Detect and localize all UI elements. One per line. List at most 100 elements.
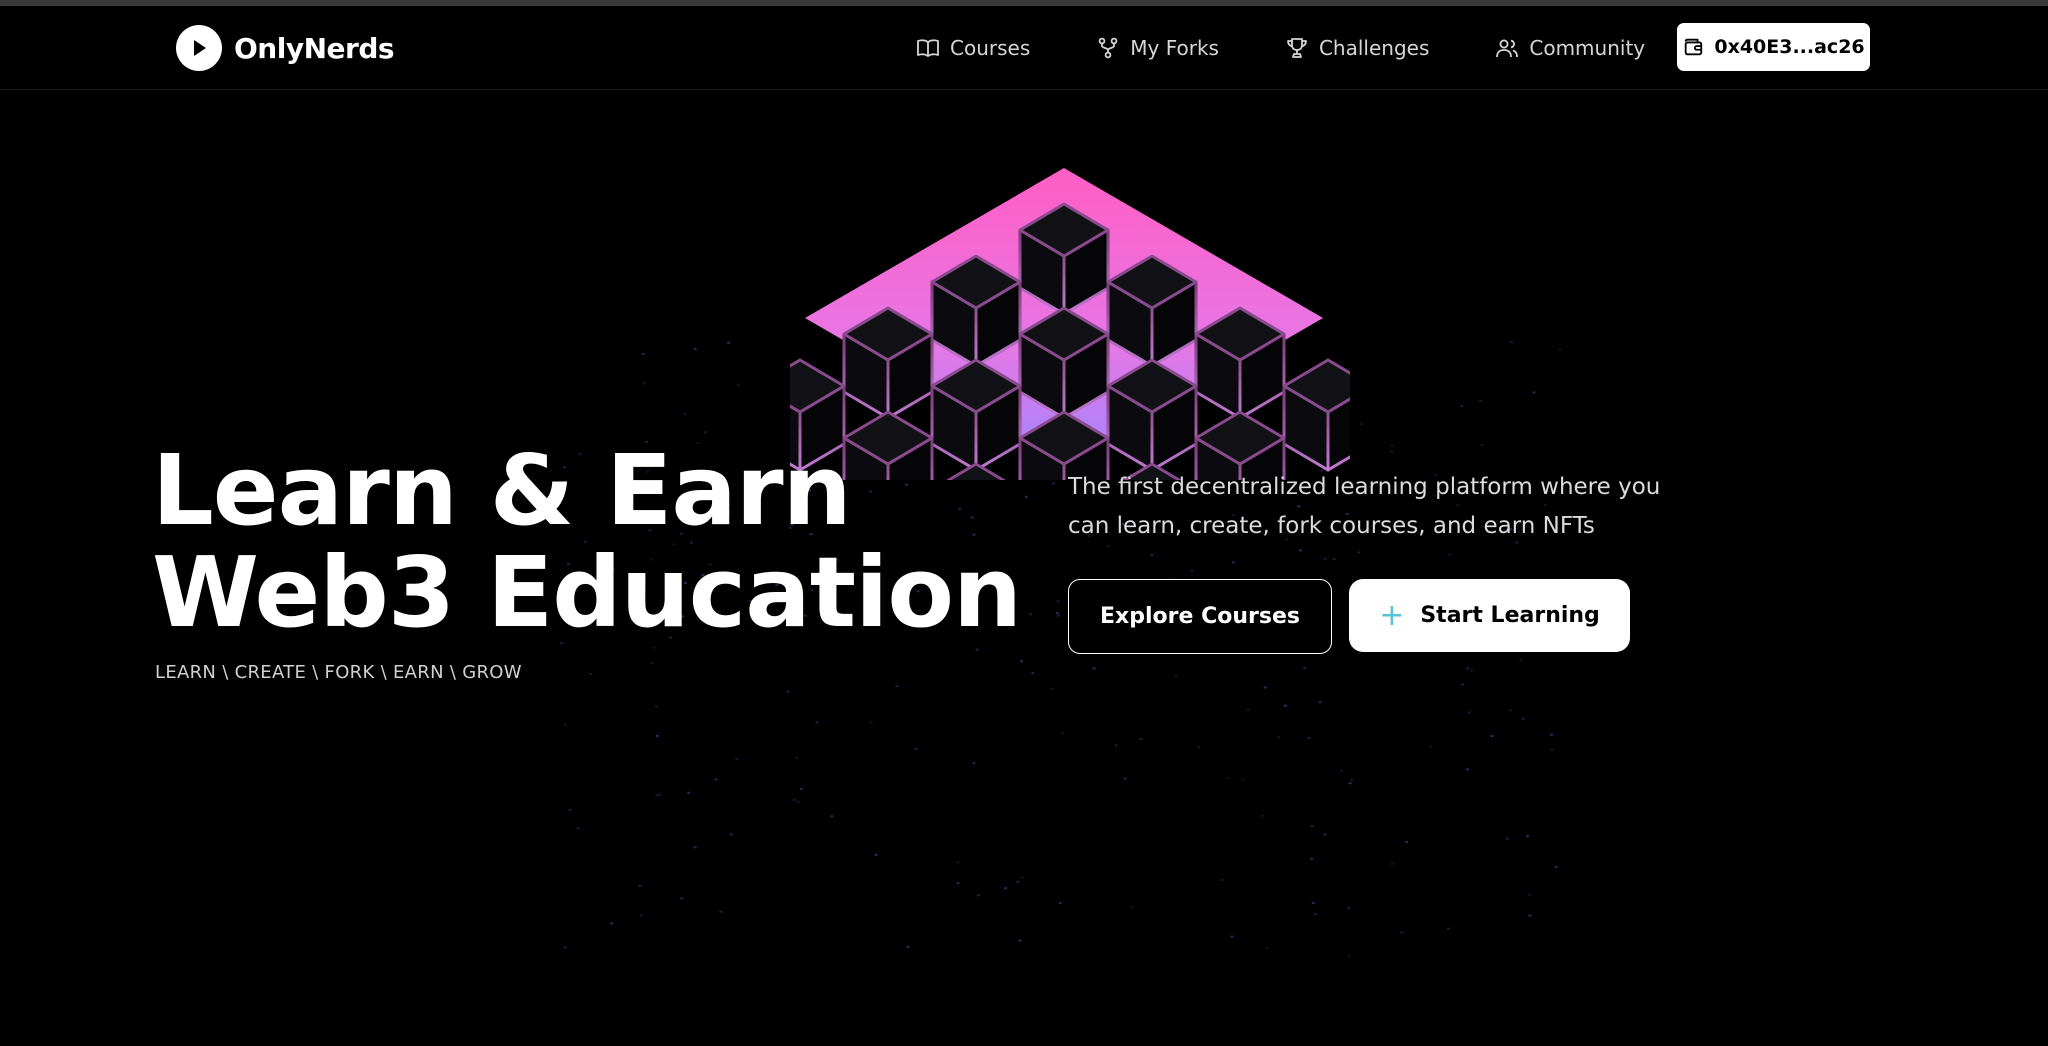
- nav-item-challenges[interactable]: Challenges: [1285, 36, 1429, 60]
- particle: [1400, 931, 1404, 934]
- start-learning-label: Start Learning: [1420, 603, 1600, 628]
- particle: [736, 383, 740, 386]
- explore-courses-button[interactable]: Explore Courses: [1068, 579, 1332, 654]
- particle: [1307, 737, 1311, 739]
- nav-item-community[interactable]: Community: [1495, 36, 1645, 60]
- particle: [914, 748, 918, 750]
- particle: [972, 762, 976, 765]
- particle: [1241, 778, 1245, 781]
- particle: [1318, 701, 1322, 704]
- particle: [1050, 687, 1054, 690]
- particle: [1055, 612, 1059, 615]
- particle: [1057, 614, 1060, 617]
- particle: [1004, 887, 1007, 890]
- fork-icon: [1098, 37, 1118, 59]
- particle: [1313, 913, 1317, 916]
- plus-icon: +: [1379, 597, 1405, 633]
- particle: [1554, 866, 1558, 868]
- particle: [642, 382, 646, 385]
- nav-label: Courses: [950, 36, 1031, 60]
- particle: [786, 690, 790, 693]
- particle: [655, 734, 659, 737]
- nav-label: Challenges: [1318, 36, 1430, 60]
- particle: [563, 946, 567, 949]
- particle: [1528, 914, 1532, 917]
- particle: [1490, 735, 1494, 738]
- nav-links: Courses My Forks Challenges Community: [916, 24, 1711, 72]
- particle: [1298, 549, 1302, 552]
- particle: [1390, 862, 1394, 865]
- nav-label: Community: [1529, 36, 1646, 60]
- particle: [1460, 405, 1464, 407]
- particle: [568, 808, 572, 811]
- particle: [1508, 709, 1512, 712]
- particle: [727, 341, 731, 344]
- particle: [956, 861, 960, 864]
- particle: [1056, 600, 1060, 602]
- particle: [1230, 935, 1234, 938]
- users-icon: [1496, 39, 1519, 58]
- particle: [1340, 769, 1344, 772]
- particle: [1052, 482, 1056, 485]
- particle: [1359, 423, 1363, 426]
- particle: [1123, 777, 1127, 780]
- hero-cube-grid-illustration: [790, 168, 1350, 480]
- brand-logo[interactable]: OnlyNerds: [176, 24, 395, 72]
- nav-label: My Forks: [1130, 36, 1219, 60]
- particle: [730, 833, 733, 836]
- particle: [1130, 906, 1134, 909]
- particle: [1528, 893, 1532, 896]
- wallet-button[interactable]: 0x40E3...ac26: [1677, 23, 1870, 71]
- particle: [1311, 901, 1315, 904]
- particle: [1350, 778, 1354, 781]
- start-learning-button[interactable]: + Start Learning: [1349, 579, 1630, 652]
- particle: [1519, 659, 1523, 661]
- particle: [1357, 551, 1360, 554]
- particle: [1558, 348, 1562, 351]
- particle: [1521, 717, 1525, 720]
- particle: [1549, 733, 1553, 736]
- particle: [977, 894, 981, 897]
- wallet-icon: [1685, 38, 1703, 56]
- particle: [1310, 825, 1314, 828]
- particle: [895, 685, 899, 687]
- particle: [1232, 561, 1235, 564]
- particle: [654, 705, 658, 708]
- particle: [641, 353, 645, 355]
- particle: [1018, 939, 1022, 942]
- particle: [576, 827, 580, 830]
- particle: [680, 897, 684, 900]
- particle: [1550, 748, 1554, 751]
- particle: [1220, 879, 1224, 882]
- particle: [1197, 746, 1200, 748]
- particle: [956, 882, 960, 885]
- nav-item-courses[interactable]: Courses: [916, 36, 1030, 60]
- particle: [1347, 907, 1351, 910]
- particle: [610, 922, 614, 925]
- particle: [563, 724, 567, 727]
- particle: [1323, 833, 1327, 836]
- particle: [1020, 876, 1024, 879]
- particle: [655, 794, 659, 797]
- particle: [1448, 553, 1452, 556]
- particle: [735, 757, 739, 760]
- particle: [1347, 954, 1351, 957]
- particle: [1092, 667, 1096, 670]
- particle: [1029, 613, 1033, 616]
- particle: [1466, 768, 1469, 771]
- particle: [1310, 857, 1314, 860]
- particle: [1114, 744, 1118, 747]
- nav-item-my-forks[interactable]: My Forks: [1096, 36, 1219, 60]
- particle: [1526, 835, 1529, 838]
- particle: [1390, 444, 1394, 447]
- particle: [1190, 569, 1194, 572]
- explore-courses-label: Explore Courses: [1100, 604, 1300, 629]
- particle: [1405, 841, 1409, 844]
- particle: [1139, 737, 1143, 740]
- particle: [1446, 927, 1450, 930]
- particle: [869, 721, 873, 724]
- particle: [1020, 660, 1024, 663]
- particle: [1479, 399, 1482, 402]
- particle: [1225, 776, 1229, 779]
- particle: [800, 787, 803, 790]
